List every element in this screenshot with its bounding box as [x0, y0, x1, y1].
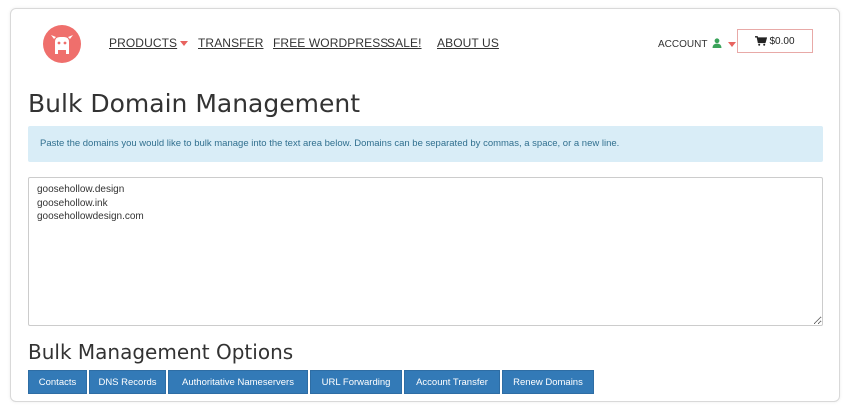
- options-title: Bulk Management Options: [28, 340, 294, 364]
- nav-free-wordpress[interactable]: FREE WORDPRESS: [273, 36, 388, 50]
- cart-total: $0.00: [769, 35, 795, 47]
- renew-domains-button[interactable]: Renew Domains: [502, 370, 594, 394]
- domains-textarea[interactable]: goosehollow.design goosehollow.ink goose…: [28, 177, 823, 326]
- chevron-down-icon: [727, 41, 736, 47]
- nav-products-label: PRODUCTS: [109, 36, 178, 50]
- account-menu[interactable]: ACCOUNT: [658, 38, 736, 51]
- caret-down-icon: [180, 41, 189, 47]
- nav-transfer[interactable]: TRANSFER: [198, 36, 263, 50]
- nav-sale[interactable]: SALE!: [387, 36, 422, 50]
- user-icon: [712, 38, 722, 51]
- nav-products[interactable]: PRODUCTS: [109, 36, 189, 50]
- authoritative-nameservers-button[interactable]: Authoritative Nameservers: [168, 370, 308, 394]
- account-transfer-button[interactable]: Account Transfer: [404, 370, 500, 394]
- cart-icon: [755, 36, 768, 46]
- url-forwarding-button[interactable]: URL Forwarding: [310, 370, 402, 394]
- dns-records-button[interactable]: DNS Records: [89, 370, 166, 394]
- contacts-button[interactable]: Contacts: [28, 370, 87, 394]
- cart-button[interactable]: $0.00: [737, 29, 813, 53]
- nav-about-us[interactable]: ABOUT US: [437, 36, 499, 50]
- page-title: Bulk Domain Management: [28, 89, 361, 118]
- goose-logo-icon[interactable]: [43, 25, 81, 63]
- info-alert: Paste the domains you would like to bulk…: [28, 126, 823, 162]
- account-label: ACCOUNT: [658, 39, 708, 50]
